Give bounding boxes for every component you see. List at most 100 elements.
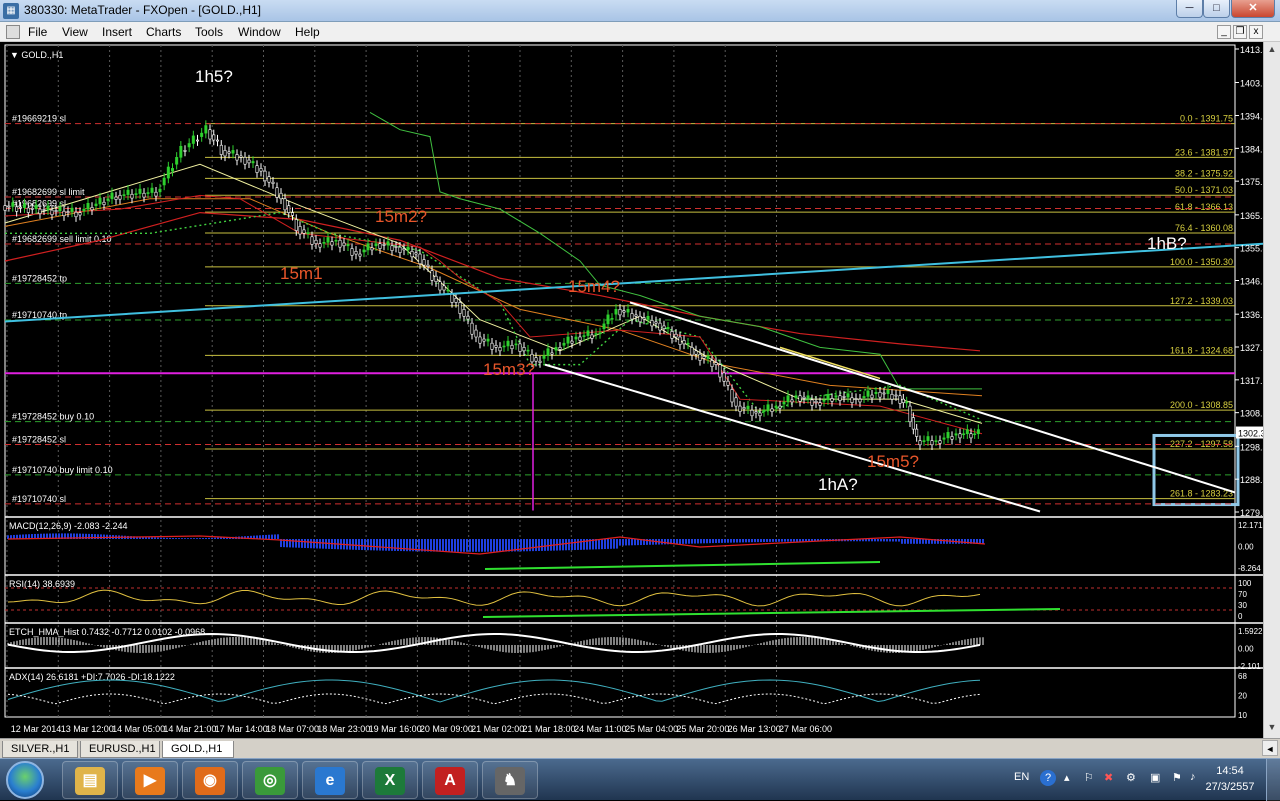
- taskbar-pdf-button[interactable]: A: [422, 761, 478, 799]
- taskbar-media-button[interactable]: ▶: [122, 761, 178, 799]
- menu-view[interactable]: View: [62, 25, 88, 39]
- tray-flag-icon[interactable]: ⚑: [1172, 771, 1182, 784]
- candle-body: [247, 159, 251, 164]
- candle-body: [542, 355, 546, 359]
- document-icon[interactable]: [6, 25, 20, 39]
- candle-body: [46, 205, 50, 211]
- fib-label: 23.6 - 1381.97: [1175, 147, 1233, 157]
- candle-body: [458, 302, 462, 314]
- time-label: 17 Mar 14:00: [215, 724, 268, 734]
- taskbar-firefox-button[interactable]: ◉: [182, 761, 238, 799]
- scroll-up-icon[interactable]: ▲: [1266, 44, 1278, 56]
- order-label: #19728452 tp: [12, 273, 67, 283]
- time-label: 12 Mar 2014: [11, 724, 62, 734]
- tray-settings-icon[interactable]: ⚙: [1126, 771, 1136, 784]
- help-icon[interactable]: ?: [1040, 770, 1056, 786]
- candle-body: [362, 249, 366, 253]
- mdi-restore-button[interactable]: ❐: [1233, 25, 1247, 39]
- language-indicator[interactable]: EN: [1014, 771, 1029, 783]
- minimize-button[interactable]: ─: [1176, 0, 1203, 18]
- candle-body: [3, 205, 7, 211]
- candle-body: [326, 237, 330, 243]
- fib-label: 76.4 - 1360.08: [1175, 223, 1233, 233]
- menu-window[interactable]: Window: [238, 25, 281, 39]
- taskbar-chrome-button[interactable]: ◎: [242, 761, 298, 799]
- menu-file[interactable]: File: [28, 25, 47, 39]
- tray-network-icon[interactable]: ⚐: [1084, 771, 1094, 784]
- candle-body: [402, 248, 406, 251]
- price-label: 1365.35: [1240, 211, 1263, 221]
- candle-body: [950, 436, 954, 440]
- app-icon: ▦: [3, 3, 19, 19]
- system-clock[interactable]: 14:54 27/3/2557: [1205, 763, 1255, 795]
- taskbar-excel-button[interactable]: X: [362, 761, 418, 799]
- candle-body: [162, 177, 166, 186]
- candle-body: [470, 322, 474, 335]
- candlesticks: [3, 120, 980, 450]
- window-titlebar[interactable]: ▦ 380330: MetaTrader - FXOpen - [GOLD.,H…: [0, 0, 1280, 22]
- tray-arrow-icon[interactable]: ▴: [1064, 771, 1070, 784]
- candle-body: [614, 309, 618, 315]
- candle-body: [26, 207, 30, 213]
- vertical-scrollbar[interactable]: ▲ ▼: [1263, 42, 1280, 738]
- candle-body: [790, 399, 794, 403]
- mdi-minimize-button[interactable]: _: [1217, 25, 1231, 39]
- clock-date: 27/3/2557: [1205, 781, 1255, 793]
- macd-scale-label: 0.00: [1238, 543, 1254, 552]
- candle-body: [818, 402, 822, 406]
- price-chart[interactable]: 0.0 - 1391.75 23.6 - 1381.97 38.2 - 1375.9…: [0, 42, 1273, 738]
- mdi-close-button[interactable]: x: [1249, 25, 1263, 39]
- candle-body: [510, 344, 514, 350]
- candle-body: [394, 246, 398, 248]
- candle-body: [146, 192, 150, 194]
- menu-tools[interactable]: Tools: [195, 25, 223, 39]
- tab-silver[interactable]: SILVER.,H1: [2, 741, 78, 758]
- time-label: 14 Mar 21:00: [163, 724, 216, 734]
- ma-red-step: [4, 194, 983, 435]
- candle-body: [478, 336, 482, 344]
- trendline-upper: [629, 301, 1236, 494]
- taskbar-metatrader-button[interactable]: ♞: [482, 761, 538, 799]
- time-axis: 12 Mar 2014 13 Mar 12:0014 Mar 05:0014 Ma…: [11, 724, 832, 734]
- tabs-scroll-icon[interactable]: ◄: [1262, 740, 1278, 756]
- fib-label: 50.0 - 1371.03: [1175, 185, 1233, 195]
- taskbar-ie-button[interactable]: e: [302, 761, 358, 799]
- candle-body: [618, 309, 622, 316]
- candle-body: [554, 347, 558, 351]
- candle-body: [130, 193, 134, 199]
- candle-body: [958, 433, 962, 439]
- menu-help[interactable]: Help: [295, 25, 320, 39]
- start-button[interactable]: [6, 761, 44, 799]
- candle-body: [212, 134, 216, 141]
- adx-scale-label: 10: [1238, 711, 1247, 720]
- candle-body: [718, 364, 722, 378]
- candle-body: [302, 229, 306, 234]
- chart-window[interactable]: 0.0 - 1391.75 23.6 - 1381.97 38.2 - 1375.9…: [0, 42, 1280, 738]
- close-button[interactable]: ✕: [1231, 0, 1275, 18]
- candle-body: [290, 212, 294, 216]
- volume-icon[interactable]: ♪: [1190, 771, 1196, 783]
- tab-eurusd[interactable]: EURUSD.,H1: [80, 741, 160, 758]
- scroll-down-icon[interactable]: ▼: [1266, 722, 1278, 734]
- candle-body: [650, 320, 654, 327]
- taskbar-folder-button[interactable]: ▤: [62, 761, 118, 799]
- candle-body: [598, 332, 602, 335]
- macd-divergence-line: [484, 561, 881, 570]
- candle-body: [666, 327, 670, 330]
- candle-body: [734, 397, 738, 407]
- price-label: 1317.60: [1240, 376, 1263, 386]
- stoch-label: ETCH_HMA_Hist 0.7432 -0.7712 0.0102 -0.0…: [9, 627, 205, 637]
- tray-security-icon[interactable]: ✖: [1104, 771, 1113, 784]
- menu-charts[interactable]: Charts: [146, 25, 181, 39]
- candle-body: [430, 270, 434, 281]
- candle-body: [582, 335, 586, 337]
- menu-insert[interactable]: Insert: [102, 25, 132, 39]
- tray-monitor-icon[interactable]: ▣: [1150, 771, 1160, 784]
- candle-body: [658, 322, 662, 331]
- time-label: 21 Mar 02:00: [471, 724, 524, 734]
- rsi-scale-label: 30: [1238, 601, 1247, 610]
- candle-body: [314, 239, 318, 245]
- maximize-button[interactable]: □: [1203, 0, 1230, 18]
- tab-gold[interactable]: GOLD.,H1: [162, 741, 234, 758]
- show-desktop-button[interactable]: [1266, 759, 1280, 801]
